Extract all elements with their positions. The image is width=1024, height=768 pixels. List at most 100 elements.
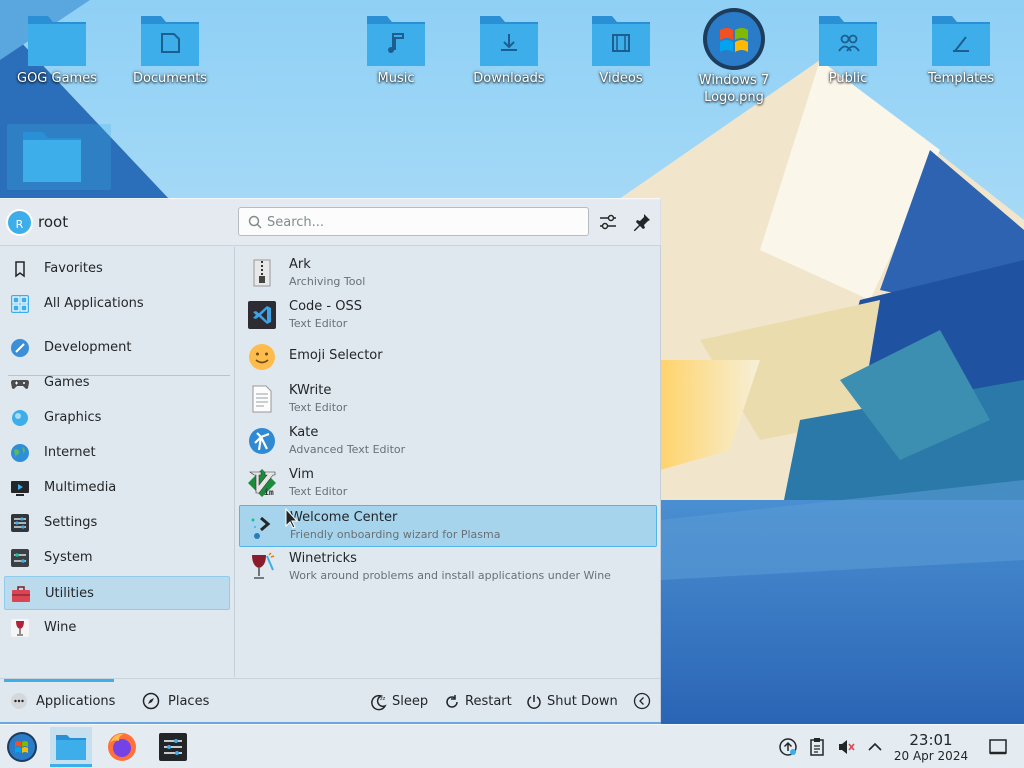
windows-logo-icon xyxy=(7,732,37,762)
svg-text:im: im xyxy=(264,487,274,497)
folder-icon xyxy=(28,16,86,66)
tab-applications[interactable]: Applications xyxy=(4,679,116,724)
bookmark-icon xyxy=(15,261,25,278)
app-name: Welcome Center xyxy=(290,510,398,525)
category-label: Settings xyxy=(44,515,98,530)
winetricks-icon xyxy=(252,552,275,579)
tab-label: Applications xyxy=(36,694,116,709)
kwrite-icon xyxy=(252,385,272,413)
app-item-vim[interactable]: im Vim Text Editor xyxy=(239,463,657,505)
volume-muted-icon[interactable] xyxy=(836,737,856,757)
app-item-emoji-selector[interactable]: Emoji Selector xyxy=(239,337,657,379)
category-label: Wine xyxy=(44,620,77,635)
desktop-icon-label: Public xyxy=(828,71,868,86)
desktop-icon-label: Templates xyxy=(927,71,995,86)
sleep-button[interactable]: zz Sleep xyxy=(370,691,430,713)
application-launcher: R root Favorites xyxy=(0,198,661,722)
app-item-code-oss[interactable]: Code - OSS Text Editor xyxy=(239,295,657,337)
folder-music-icon xyxy=(367,16,425,66)
start-menu-button[interactable] xyxy=(1,727,43,767)
category-favorites[interactable]: Favorites xyxy=(4,252,230,286)
compass-icon xyxy=(142,692,160,710)
wine-glass-icon xyxy=(11,619,29,637)
settings-icon xyxy=(159,733,187,761)
more-dots-icon xyxy=(11,693,27,709)
system-icon xyxy=(11,549,29,567)
clock-date[interactable]: 20 Apr 2024 xyxy=(890,749,972,763)
sleep-icon: zz xyxy=(371,694,387,711)
app-item-ark[interactable]: Ark Archiving Tool xyxy=(239,253,657,295)
avatar[interactable]: R xyxy=(6,209,33,236)
category-label: Favorites xyxy=(44,261,103,276)
search-field[interactable] xyxy=(238,207,589,236)
welcome-center-icon xyxy=(251,516,271,539)
configure-filters-icon[interactable] xyxy=(597,211,619,233)
app-item-welcome-center[interactable]: Welcome Center Friendly onboarding wizar… xyxy=(239,505,657,547)
pin-icon[interactable] xyxy=(631,211,653,233)
category-multimedia[interactable]: Multimedia xyxy=(4,471,230,505)
folder-icon xyxy=(23,132,81,182)
app-name: Emoji Selector xyxy=(289,348,383,363)
app-item-kwrite[interactable]: KWrite Text Editor xyxy=(239,379,657,421)
windows-logo-image-icon xyxy=(703,8,765,70)
category-label: Development xyxy=(44,340,132,355)
desktop-icon-label: Documents xyxy=(132,71,208,86)
mouse-cursor-icon xyxy=(285,508,299,529)
category-label: Multimedia xyxy=(44,480,117,495)
toolbox-icon xyxy=(12,586,30,602)
desktop-folder-gog-games[interactable]: GOG Games xyxy=(7,12,107,87)
app-item-kate[interactable]: Kate Advanced Text Editor xyxy=(239,421,657,463)
category-settings[interactable]: Settings xyxy=(4,506,230,540)
desktop-folder-videos[interactable]: Videos xyxy=(571,12,671,87)
desktop-folder-public[interactable]: Public xyxy=(798,12,898,87)
app-description: Archiving Tool xyxy=(289,275,366,288)
category-games[interactable]: Games xyxy=(4,366,230,400)
desktop-folder-templates[interactable]: Templates xyxy=(911,12,1011,87)
taskbar-firefox[interactable] xyxy=(101,727,143,767)
desktop-file-windows7-logo[interactable]: Windows 7 Logo.png xyxy=(684,6,784,106)
desktop-folder-documents[interactable]: Documents xyxy=(120,12,220,87)
category-all-applications[interactable]: All Applications xyxy=(4,287,230,321)
chevron-up-icon[interactable] xyxy=(865,737,885,757)
category-graphics[interactable]: Graphics xyxy=(4,401,230,435)
desktop-folder-downloads[interactable]: Downloads xyxy=(459,12,559,87)
desktop-folder-music[interactable]: Music xyxy=(346,12,446,87)
category-label: Utilities xyxy=(45,586,94,601)
clock-time[interactable]: 23:01 xyxy=(896,731,966,749)
restart-button[interactable]: Restart xyxy=(443,691,513,713)
update-notifier-icon[interactable] xyxy=(778,737,798,757)
app-description: Text Editor xyxy=(289,485,348,498)
folder-downloads-icon xyxy=(480,16,538,66)
taskbar-system-settings[interactable] xyxy=(153,727,195,767)
desktop-folder-unnamed[interactable] xyxy=(2,124,111,190)
category-label: System xyxy=(44,550,93,565)
settings-icon xyxy=(11,514,29,532)
launcher-footer: Applications Places zz Sleep Restart Shu… xyxy=(0,678,661,723)
show-desktop-icon[interactable] xyxy=(988,737,1008,757)
graphics-icon xyxy=(12,410,28,426)
ark-icon xyxy=(253,259,271,287)
taskbar-file-manager[interactable] xyxy=(50,727,92,767)
app-name: Kate xyxy=(289,425,319,440)
shutdown-button[interactable]: Shut Down xyxy=(525,691,620,713)
category-list: Favorites All Applications Development G… xyxy=(0,247,235,677)
app-description: Advanced Text Editor xyxy=(289,443,406,456)
restart-label: Restart xyxy=(465,694,512,709)
application-list: Ark Archiving Tool Code - OSS Text Edito… xyxy=(236,247,660,677)
globe-icon xyxy=(11,444,29,462)
category-internet[interactable]: Internet xyxy=(4,436,230,470)
category-development[interactable]: Development xyxy=(4,331,230,365)
chevron-left-icon[interactable] xyxy=(633,692,651,710)
power-icon xyxy=(527,695,541,709)
category-wine[interactable]: Wine xyxy=(4,611,230,645)
search-input[interactable] xyxy=(267,212,582,232)
folder-icon xyxy=(56,735,86,760)
launcher-header: R root xyxy=(0,199,661,246)
category-utilities[interactable]: Utilities xyxy=(4,576,230,610)
category-system[interactable]: System xyxy=(4,541,230,575)
folder-templates-icon xyxy=(932,16,990,66)
clipboard-icon[interactable] xyxy=(807,737,827,757)
search-icon xyxy=(248,215,262,229)
app-item-winetricks[interactable]: Winetricks Work around problems and inst… xyxy=(239,547,657,589)
tab-places[interactable]: Places xyxy=(132,679,222,724)
